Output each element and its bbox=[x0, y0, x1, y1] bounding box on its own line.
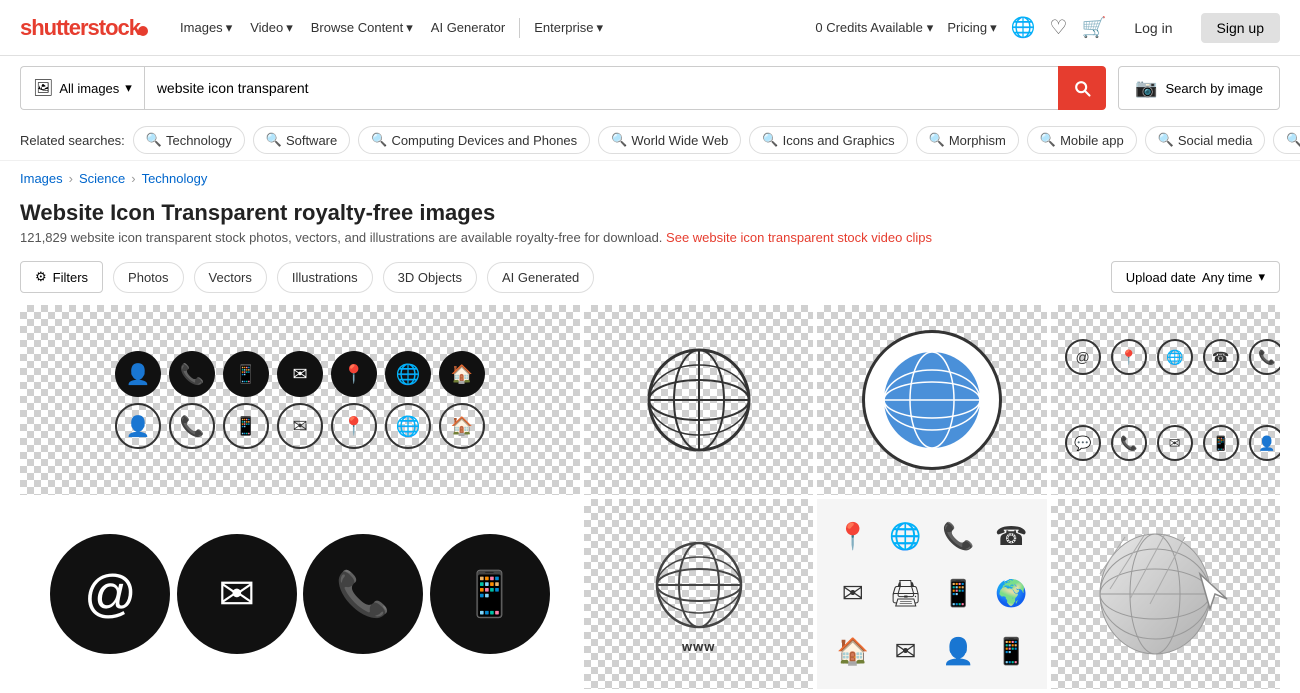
globe-cursor-svg bbox=[1095, 519, 1235, 669]
grid-row-1: 👤 📞 📱 ✉ 📍 🌐 🏠 👤 📞 📱 ✉ 📍 🌐 🏠 bbox=[20, 305, 1280, 495]
search-icon bbox=[1072, 78, 1092, 98]
related-searches-label: Related searches: bbox=[20, 133, 125, 148]
related-tag-software[interactable]: 🔍 Software bbox=[253, 126, 351, 154]
image-cell-2[interactable] bbox=[584, 305, 813, 495]
image-grid: 👤 📞 📱 ✉ 📍 🌐 🏠 👤 📞 📱 ✉ 📍 🌐 🏠 bbox=[0, 301, 1300, 693]
logo-text: shutterstock bbox=[20, 15, 140, 41]
signup-button[interactable]: Sign up bbox=[1201, 13, 1280, 43]
related-tag-mobile[interactable]: 🔍 Mobile app bbox=[1027, 126, 1137, 154]
breadcrumb-images[interactable]: Images bbox=[20, 171, 63, 186]
filter-photos[interactable]: Photos bbox=[113, 262, 183, 293]
filters-left: ⚙ Filters Photos Vectors Illustrations 3… bbox=[20, 261, 594, 293]
breadcrumb-technology[interactable]: Technology bbox=[142, 171, 208, 186]
globe-outline-svg bbox=[639, 340, 759, 460]
related-tag-smartpho[interactable]: 🔍 Smartpho... bbox=[1273, 126, 1300, 154]
filter-illustrations[interactable]: Illustrations bbox=[277, 262, 373, 293]
sliders-icon: ⚙ bbox=[35, 269, 47, 285]
page-subtitle: 121,829 website icon transparent stock p… bbox=[20, 230, 1280, 245]
credits-button[interactable]: 0 Credits Available ▾ bbox=[815, 20, 933, 36]
image-cell-7[interactable]: 📍 🌐 📞 ☎ ✉ 🖨 📱 🌍 🏠 ✉ 👤 📱 bbox=[817, 499, 1046, 689]
favorites-icon[interactable]: ♡ bbox=[1050, 15, 1068, 40]
nav-images[interactable]: Images▾ bbox=[172, 14, 240, 42]
filter-3d[interactable]: 3D Objects bbox=[383, 262, 477, 293]
logo[interactable]: shutterstock bbox=[20, 15, 148, 41]
image-cell-3[interactable] bbox=[817, 305, 1046, 495]
page-title: Website Icon Transparent royalty-free im… bbox=[20, 200, 1280, 226]
blue-globe-svg bbox=[877, 345, 987, 455]
page-title-section: Website Icon Transparent royalty-free im… bbox=[0, 196, 1300, 253]
pricing-button[interactable]: Pricing ▾ bbox=[947, 20, 996, 36]
main-nav: Images▾ Video▾ Browse Content▾ AI Genera… bbox=[172, 14, 611, 42]
breadcrumb-sep-1: › bbox=[69, 171, 73, 186]
search-type-dropdown[interactable]: 🖼 All images ▾ bbox=[20, 66, 144, 110]
search-type-label: All images bbox=[59, 81, 119, 96]
related-tag-www[interactable]: 🔍 World Wide Web bbox=[598, 126, 741, 154]
nav-separator bbox=[519, 18, 520, 38]
filters-button[interactable]: ⚙ Filters bbox=[20, 261, 103, 293]
related-tag-social[interactable]: 🔍 Social media bbox=[1145, 126, 1266, 154]
camera-icon: 📷 bbox=[1135, 78, 1157, 99]
logo-dot bbox=[138, 26, 148, 36]
search-input[interactable] bbox=[144, 66, 1058, 110]
image-cell-6[interactable]: www bbox=[584, 499, 813, 689]
filters-row: ⚙ Filters Photos Vectors Illustrations 3… bbox=[0, 253, 1300, 301]
search-by-image-button[interactable]: 📷 Search by image bbox=[1118, 66, 1280, 110]
grid-row-2: @ ✉ 📞 📱 www 📍 🌐 bbox=[20, 499, 1280, 689]
upload-date-button[interactable]: Upload date Any time ▾ bbox=[1111, 261, 1280, 293]
related-searches-row: Related searches: 🔍 Technology 🔍 Softwar… bbox=[0, 120, 1300, 161]
cart-icon[interactable]: 🛒 bbox=[1081, 15, 1106, 40]
related-tag-morphism[interactable]: 🔍 Morphism bbox=[916, 126, 1019, 154]
image-cell-4[interactable]: @ 📍 🌐 ☎ 📞 💬 📞 ✉ 📱 👤 bbox=[1051, 305, 1280, 495]
nav-enterprise[interactable]: Enterprise▾ bbox=[526, 14, 611, 42]
header-right: 0 Credits Available ▾ Pricing ▾ 🌐 ♡ 🛒 Lo… bbox=[815, 13, 1280, 43]
image-cell-1[interactable]: 👤 📞 📱 ✉ 📍 🌐 🏠 👤 📞 📱 ✉ 📍 🌐 🏠 bbox=[20, 305, 580, 495]
search-type-icon: 🖼 bbox=[33, 78, 53, 98]
search-submit-button[interactable] bbox=[1058, 66, 1106, 110]
nav-ai[interactable]: AI Generator bbox=[423, 14, 513, 41]
search-by-image-label: Search by image bbox=[1165, 81, 1263, 96]
breadcrumb: Images › Science › Technology bbox=[0, 161, 1300, 196]
related-tag-icons[interactable]: 🔍 Icons and Graphics bbox=[749, 126, 907, 154]
login-button[interactable]: Log in bbox=[1120, 14, 1186, 42]
breadcrumb-science[interactable]: Science bbox=[79, 171, 125, 186]
subtitle-link[interactable]: See website icon transparent stock video… bbox=[666, 230, 932, 245]
globe-icon[interactable]: 🌐 bbox=[1011, 15, 1036, 40]
upload-date-wrapper: Upload date Any time ▾ bbox=[1111, 261, 1280, 293]
search-bar-row: 🖼 All images ▾ 📷 Search by image bbox=[0, 56, 1300, 120]
related-tag-computing[interactable]: 🔍 Computing Devices and Phones bbox=[358, 126, 590, 154]
filter-ai[interactable]: AI Generated bbox=[487, 262, 594, 293]
image-cell-5[interactable]: @ ✉ 📞 📱 bbox=[20, 499, 580, 689]
nav-video[interactable]: Video▾ bbox=[242, 14, 301, 42]
image-cell-8[interactable] bbox=[1051, 499, 1280, 689]
related-tag-technology[interactable]: 🔍 Technology bbox=[133, 126, 245, 154]
breadcrumb-sep-2: › bbox=[131, 171, 135, 186]
nav-browse[interactable]: Browse Content▾ bbox=[303, 14, 421, 42]
filter-vectors[interactable]: Vectors bbox=[194, 262, 267, 293]
www-globe-svg bbox=[649, 535, 749, 635]
